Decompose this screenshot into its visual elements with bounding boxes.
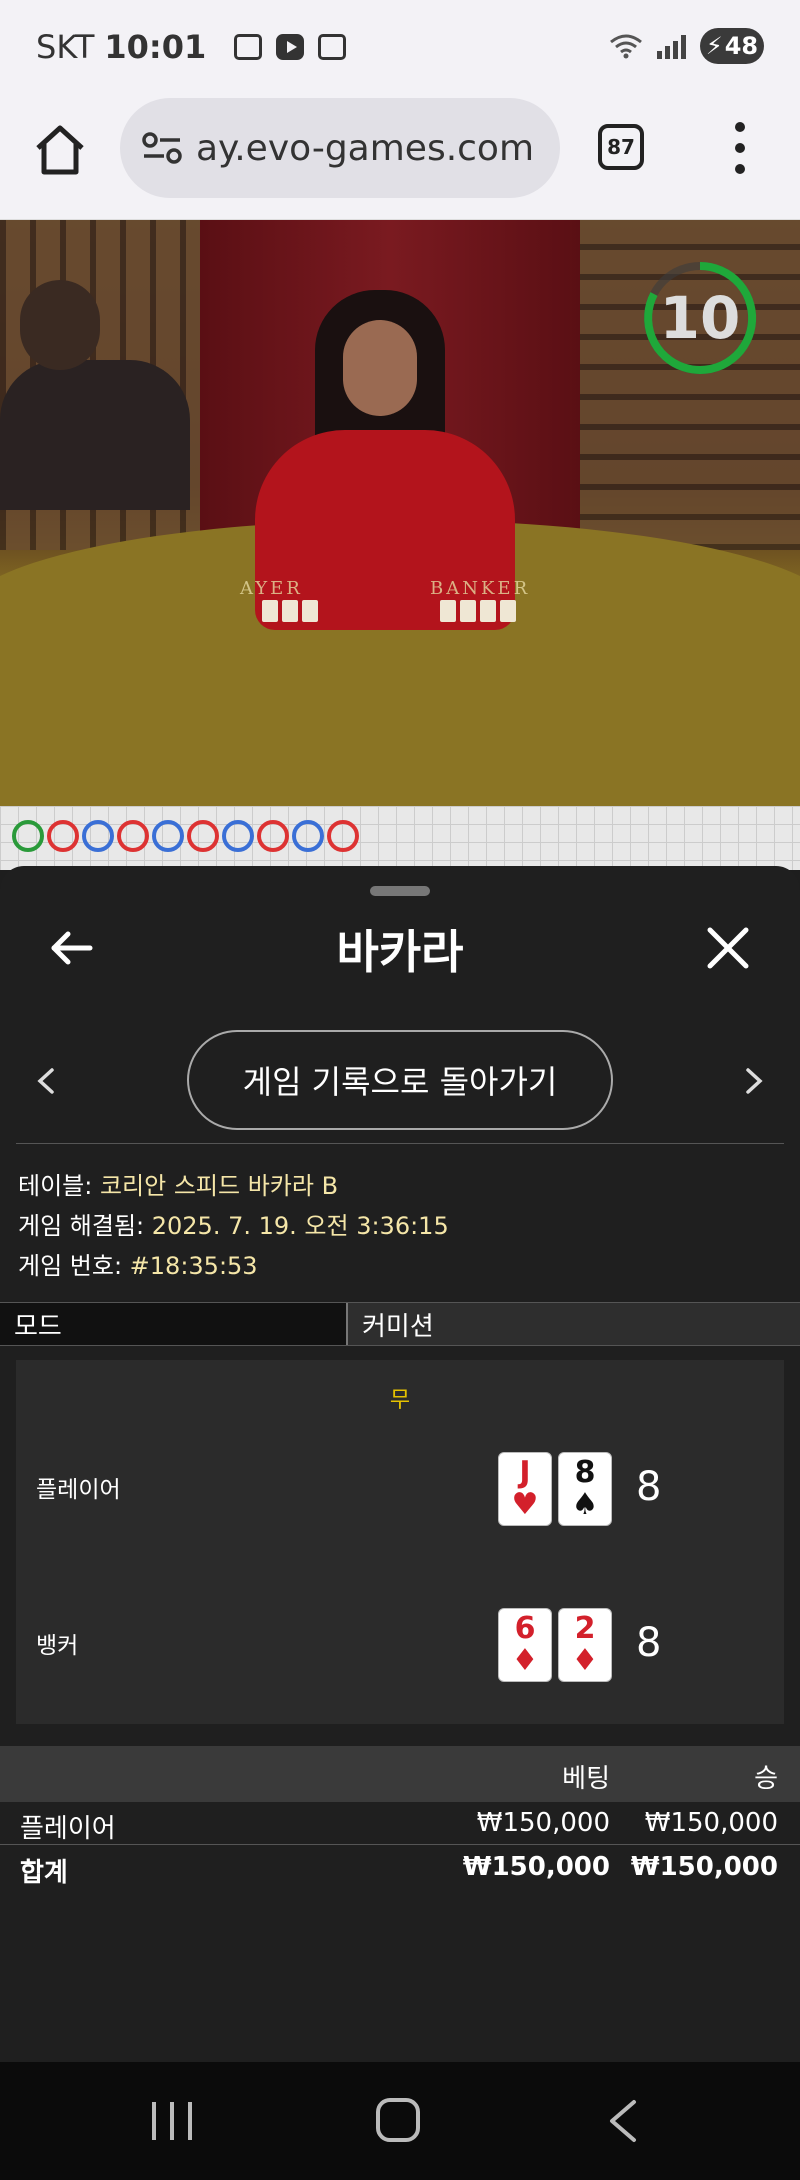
banker-label: 뱅커 xyxy=(36,1633,79,1659)
screenshot-icon xyxy=(234,34,263,60)
address-bar[interactable]: ay.evo-games.com xyxy=(120,98,560,198)
table-info: 테이블: 코리안 스피드 바카라 B xyxy=(18,1166,338,1201)
url-text[interactable]: ay.evo-games.com xyxy=(196,128,534,169)
total-label: 합계 xyxy=(20,1858,68,1888)
bead-red-icon xyxy=(187,820,219,852)
battery-level: 48 xyxy=(724,32,759,60)
total-win-amount: ₩150,000 xyxy=(630,1852,778,1882)
card-suit-icon: ♥ xyxy=(511,1487,539,1522)
divider xyxy=(16,1143,784,1144)
player-score: 8 xyxy=(636,1464,662,1510)
resolved-value: 2025. 7. 19. 오전 3:36:15 xyxy=(151,1212,449,1240)
win-column-header: 승 xyxy=(754,1764,778,1794)
player-label: 플레이어 xyxy=(36,1477,121,1503)
bead-red-icon xyxy=(117,820,149,852)
bead-blue-icon xyxy=(82,820,114,852)
close-icon[interactable] xyxy=(704,924,752,972)
table-row: 플레이어 ₩150,000 ₩150,000 xyxy=(0,1802,800,1844)
banker-cards-on-table xyxy=(440,600,516,622)
status-right: ⚡ 48 xyxy=(609,28,764,64)
card-suit-icon: ♦ xyxy=(511,1643,539,1678)
total-bet-amount: ₩150,000 xyxy=(462,1852,610,1882)
browser-toolbar: ay.evo-games.com 87 xyxy=(0,96,800,220)
felt-banker-label: BANKER xyxy=(430,578,531,599)
card-rank: 8 xyxy=(574,1455,596,1490)
resolved-info: 게임 해결됨: 2025. 7. 19. 오전 3:36:15 xyxy=(18,1206,449,1241)
table-value: 코리안 스피드 바카라 B xyxy=(99,1172,339,1200)
felt-player-label: AYER xyxy=(240,578,303,599)
home-button-icon[interactable] xyxy=(376,2098,420,2142)
bead-road-row xyxy=(12,820,359,852)
wifi-icon xyxy=(610,34,642,59)
game-history-sheet: 바카라 게임 기록으로 돌아가기 테이블: 코리안 스피드 바카라 B 게임 해… xyxy=(0,866,800,2062)
live-video-stream[interactable]: AYER BANKER 10 xyxy=(0,220,800,806)
bead-red-icon xyxy=(327,820,359,852)
bet-type: 플레이어 xyxy=(20,1814,116,1844)
bead-blue-icon xyxy=(152,820,184,852)
assistant-dealer xyxy=(0,280,200,510)
system-navigation-bar xyxy=(0,2062,800,2180)
browser-menu-icon[interactable] xyxy=(726,122,754,174)
back-arrow-icon[interactable] xyxy=(48,924,96,972)
status-bar: SKT 10:01 ⚡ 48 xyxy=(0,0,800,96)
game-number-label: 게임 번호: xyxy=(18,1252,130,1280)
card-rank: 2 xyxy=(574,1611,596,1646)
battery-icon: ⚡ 48 xyxy=(700,28,764,64)
back-button-icon[interactable] xyxy=(604,2098,644,2144)
carrier-label: SKT xyxy=(36,28,95,66)
mode-column: 모드 xyxy=(0,1303,346,1345)
bead-blue-icon xyxy=(292,820,324,852)
outcome-label: 무 xyxy=(389,1388,411,1413)
sheet-title: 바카라 xyxy=(336,925,464,979)
row-divider xyxy=(0,1844,800,1845)
player-cards-on-table xyxy=(262,600,318,622)
next-game-chevron-icon[interactable] xyxy=(742,1066,766,1096)
banker-card-1: 6 ♦ xyxy=(498,1608,552,1682)
player-card-2: 8 ♠ xyxy=(558,1452,612,1526)
round-result-panel: 무 플레이어 J ♥ 8 ♠ 8 뱅커 6 ♦ 2 ♦ 8 xyxy=(16,1360,784,1724)
site-settings-icon[interactable] xyxy=(140,126,184,170)
game-number-info: 게임 번호: #18:35:53 xyxy=(18,1246,258,1281)
recent-apps-icon[interactable] xyxy=(152,2102,192,2140)
charging-bolt-icon: ⚡ xyxy=(705,32,723,60)
bead-blue-icon xyxy=(222,820,254,852)
bet-amount: ₩150,000 xyxy=(476,1808,610,1838)
back-to-history-button[interactable]: 게임 기록으로 돌아가기 xyxy=(187,1030,613,1130)
status-left: SKT 10:01 xyxy=(36,28,347,66)
notification-icons xyxy=(234,34,347,60)
youtube-icon xyxy=(276,34,305,60)
banker-score: 8 xyxy=(636,1620,662,1666)
app-notification-icon xyxy=(318,34,347,60)
clock: 10:01 xyxy=(104,28,207,66)
bead-red-icon xyxy=(47,820,79,852)
tab-switcher-button[interactable]: 87 xyxy=(598,124,644,170)
bead-green-icon xyxy=(12,820,44,852)
mode-commission-row: 모드 커미션 xyxy=(0,1302,800,1346)
bead-red-icon xyxy=(257,820,289,852)
home-icon[interactable] xyxy=(30,120,90,180)
game-number-value: #18:35:53 xyxy=(129,1252,258,1280)
win-amount: ₩150,000 xyxy=(644,1808,778,1838)
table-row-total: 합계 ₩150,000 ₩150,000 xyxy=(0,1846,800,1888)
commission-column: 커미션 xyxy=(346,1303,800,1345)
bead-road xyxy=(0,806,800,870)
countdown-timer: 10 xyxy=(659,284,741,352)
card-rank: 6 xyxy=(514,1611,536,1646)
previous-game-chevron-icon[interactable] xyxy=(34,1066,58,1096)
sheet-drag-handle[interactable] xyxy=(370,886,430,896)
signal-icon xyxy=(657,33,686,59)
card-suit-icon: ♦ xyxy=(571,1643,599,1678)
bets-table-header: 베팅 승 xyxy=(0,1746,800,1802)
card-rank: J xyxy=(519,1455,531,1490)
banker-card-2: 2 ♦ xyxy=(558,1608,612,1682)
table-label: 테이블: xyxy=(18,1172,100,1200)
bet-column-header: 베팅 xyxy=(562,1764,610,1794)
player-card-1: J ♥ xyxy=(498,1452,552,1526)
card-suit-icon: ♠ xyxy=(571,1487,599,1522)
resolved-label: 게임 해결됨: xyxy=(18,1212,152,1240)
